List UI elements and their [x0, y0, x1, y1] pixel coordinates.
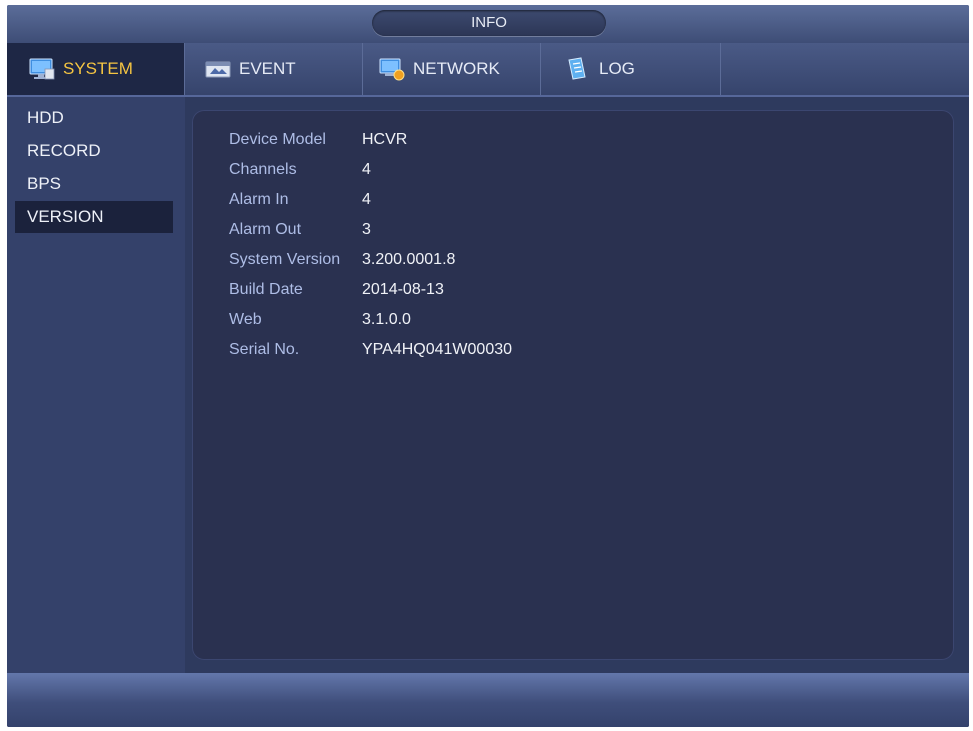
info-label: Build Date: [229, 281, 303, 298]
title-bar: INFO: [7, 5, 969, 43]
tab-event-label: EVENT: [239, 59, 296, 78]
info-label: Alarm In: [229, 191, 289, 208]
info-label: Alarm Out: [229, 221, 302, 238]
sidebar-item-bps[interactable]: BPS: [15, 168, 173, 200]
info-label: System Version: [229, 251, 341, 268]
network-icon: [379, 57, 405, 81]
log-icon: [565, 57, 591, 81]
info-value: 4: [362, 191, 371, 208]
info-value: YPA4HQ041W00030: [362, 341, 513, 358]
tab-system[interactable]: SYSTEM: [7, 43, 185, 95]
bottom-bar: [7, 673, 969, 727]
system-monitor-icon: [29, 57, 55, 81]
tab-log[interactable]: LOG: [541, 43, 721, 95]
info-value: 3.1.0.0: [362, 311, 411, 328]
info-label: Serial No.: [229, 341, 300, 358]
sidebar-item-record[interactable]: RECORD: [15, 135, 173, 167]
info-window: INFO SYSTEM EVENT NETWORK LOG HDD RECORD…: [7, 5, 969, 727]
info-label: Channels: [229, 161, 297, 178]
sidebar-item-hdd[interactable]: HDD: [15, 102, 173, 134]
tab-event[interactable]: EVENT: [185, 43, 363, 95]
info-label: Device Model: [229, 131, 326, 148]
window-title: INFO: [372, 10, 606, 36]
tab-network[interactable]: NETWORK: [363, 43, 541, 95]
info-value: HCVR: [362, 131, 408, 148]
sidebar-item-version[interactable]: VERSION: [15, 201, 173, 233]
tab-log-label: LOG: [599, 59, 635, 78]
sidebar: HDD RECORD BPS VERSION: [7, 97, 185, 675]
info-value: 3: [362, 221, 371, 238]
tab-network-label: NETWORK: [413, 59, 500, 78]
info-value: 3.200.0001.8: [362, 251, 456, 268]
info-value: 2014-08-13: [362, 281, 444, 298]
version-info-panel: Device Model HCVR Channels 4 Alarm In 4 …: [192, 110, 954, 660]
info-value: 4: [362, 161, 371, 178]
tab-bar: SYSTEM EVENT NETWORK LOG: [7, 43, 969, 97]
info-label: Web: [229, 311, 262, 328]
event-icon: [205, 57, 231, 81]
tab-system-label: SYSTEM: [63, 59, 133, 78]
